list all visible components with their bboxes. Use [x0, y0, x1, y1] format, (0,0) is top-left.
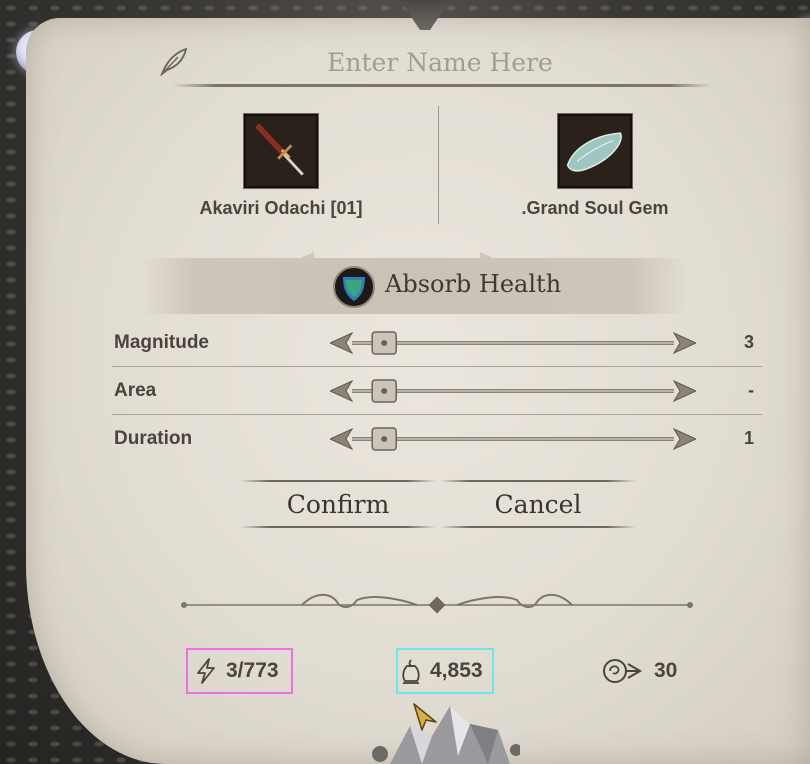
gold-value: 4,853 — [430, 659, 483, 682]
magnitude-value: 3 — [743, 332, 754, 352]
soul-arrow-icon — [603, 659, 642, 683]
souls-stat: 30 — [602, 648, 692, 694]
magnitude-slider[interactable] — [330, 330, 696, 356]
confirm-button[interactable]: Confirm — [240, 480, 436, 528]
duration-value: 1 — [743, 428, 754, 448]
effect-name: Absorb Health — [385, 270, 562, 298]
button-line — [240, 526, 436, 528]
souls-value: 30 — [654, 659, 678, 682]
duration-label: Duration — [114, 428, 193, 449]
cancel-button[interactable]: Cancel — [440, 480, 636, 528]
charge-value: 3/773 — [226, 659, 279, 682]
row-separator — [112, 366, 762, 367]
soul-gem-slot[interactable] — [558, 114, 632, 188]
duration-slider[interactable] — [330, 426, 696, 452]
area-label: Area — [114, 380, 157, 401]
row-separator — [112, 414, 762, 415]
magnitude-row: Magnitude 3 — [112, 320, 764, 368]
absorb-health-icon[interactable] — [332, 265, 376, 309]
soul-gem-icon — [560, 116, 630, 186]
weapon-label: Akaviri Odachi [01] — [199, 198, 363, 218]
quill-icon — [160, 47, 188, 76]
lightning-icon — [197, 658, 215, 684]
area-row: Area - — [112, 368, 764, 416]
slot-divider — [438, 106, 439, 224]
charge-stat: 3/773 — [186, 648, 293, 694]
button-line — [440, 526, 636, 528]
weapon-slot[interactable] — [244, 114, 318, 188]
name-underline — [172, 84, 712, 87]
gold-pouch-icon — [402, 659, 420, 684]
magnitude-label: Magnitude — [114, 332, 209, 353]
cursor-arrow-icon — [413, 703, 437, 731]
ornament-divider — [181, 593, 693, 614]
duration-row: Duration 1 — [112, 416, 764, 464]
area-slider[interactable] — [330, 378, 696, 404]
gold-stat: 4,853 — [396, 648, 494, 694]
soul-gem-label: .Grand Soul Gem — [521, 198, 669, 218]
katana-icon — [246, 116, 316, 186]
gem-pile-icon — [372, 706, 520, 764]
area-value: - — [748, 380, 754, 400]
item-name-input[interactable] — [300, 44, 580, 80]
